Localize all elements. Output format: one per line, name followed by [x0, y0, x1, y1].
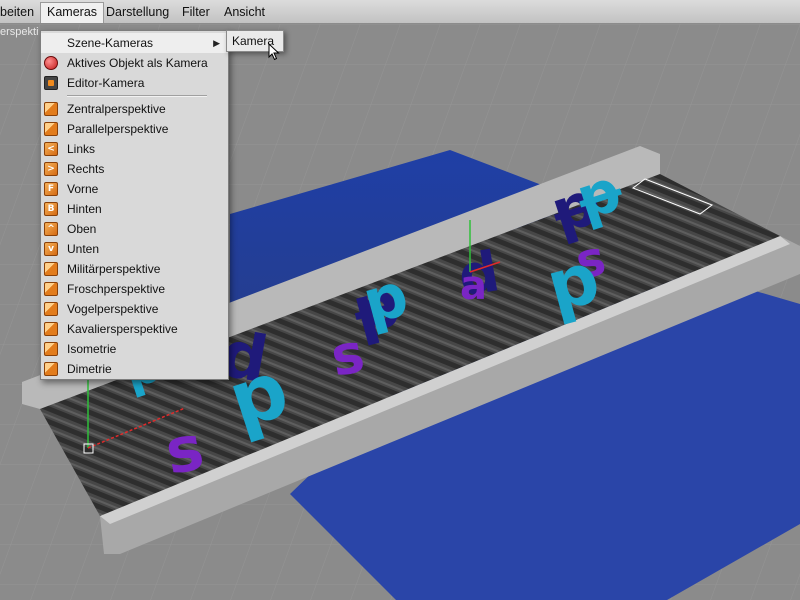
- menubar: beiten Kameras Darstellung Filter Ansich…: [0, 0, 800, 24]
- menu-item-label: Militärperspektive: [67, 262, 161, 276]
- object-camera-icon: [44, 56, 58, 70]
- menu-filter[interactable]: Filter: [176, 2, 216, 23]
- menu-item-militaerperspektive[interactable]: Militärperspektive: [41, 259, 228, 279]
- menu-bearbeiten[interactable]: beiten: [0, 2, 40, 23]
- menu-item-label: Links: [67, 142, 96, 156]
- bird-icon: [44, 302, 58, 316]
- menu-item-label: Hinten: [67, 202, 102, 216]
- menu-item-label: Parallelperspektive: [67, 122, 169, 136]
- military-icon: [44, 262, 58, 276]
- menu-item-kavaliersperspektive[interactable]: Kavaliersperspektive: [41, 319, 228, 339]
- menu-item-rechts[interactable]: > Rechts: [41, 159, 228, 179]
- menu-item-label: Froschperspektive: [67, 282, 166, 296]
- menu-item-links[interactable]: < Links: [41, 139, 228, 159]
- menu-item-label: Zentralperspektive: [67, 102, 166, 116]
- viewport-perspective-label: erspekti: [0, 26, 39, 38]
- menu-separator: [67, 95, 207, 97]
- menu-item-label: Szene-Kameras: [67, 36, 154, 50]
- back-icon: B: [44, 202, 58, 216]
- menu-item-szene-kameras[interactable]: Szene-Kameras ▶: [41, 33, 228, 53]
- perspective-cube-icon: [44, 102, 58, 116]
- menu-item-label: Vorne: [67, 182, 99, 196]
- parallel-cube-icon: [44, 122, 58, 136]
- menu-item-label: Oben: [67, 222, 97, 236]
- menu-item-label: Rechts: [67, 162, 105, 176]
- menu-item-parallelperspektive[interactable]: Parallelperspektive: [41, 119, 228, 139]
- menu-item-aktives-objekt-als-kamera[interactable]: Aktives Objekt als Kamera: [41, 53, 228, 73]
- menu-kameras[interactable]: Kameras: [40, 2, 105, 23]
- mouse-cursor-icon: [268, 43, 280, 61]
- menu-item-editor-kamera[interactable]: Editor-Kamera: [41, 73, 228, 93]
- menu-item-dimetrie[interactable]: Dimetrie: [41, 359, 228, 379]
- kameras-dropdown: Szene-Kameras ▶ Aktives Objekt als Kamer…: [40, 30, 229, 380]
- menu-item-label: Vogelperspektive: [67, 302, 159, 316]
- menu-item-label: Dimetrie: [67, 362, 112, 376]
- menu-item-label: Kavaliersperspektive: [67, 322, 178, 336]
- menu-item-label: Unten: [67, 242, 100, 256]
- submenu-arrow-icon: ▶: [213, 38, 220, 48]
- top-icon: ^: [44, 222, 58, 236]
- menu-darstellung[interactable]: Darstellung: [100, 2, 175, 23]
- right-icon: >: [44, 162, 58, 176]
- menu-item-vogelperspektive[interactable]: Vogelperspektive: [41, 299, 228, 319]
- front-icon: F: [44, 182, 58, 196]
- menu-item-froschperspektive[interactable]: Froschperspektive: [41, 279, 228, 299]
- editor-camera-icon: [44, 76, 58, 90]
- menu-item-zentralperspektive[interactable]: Zentralperspektive: [41, 99, 228, 119]
- frog-icon: [44, 282, 58, 296]
- left-icon: <: [44, 142, 58, 156]
- menu-ansicht[interactable]: Ansicht: [218, 2, 271, 23]
- menu-item-label: Aktives Objekt als Kamera: [67, 56, 208, 70]
- dimetric-icon: [44, 362, 58, 376]
- menu-item-vorne[interactable]: F Vorne: [41, 179, 228, 199]
- svg-text:a: a: [460, 263, 487, 309]
- cavalier-icon: [44, 322, 58, 336]
- menu-item-unten[interactable]: v Unten: [41, 239, 228, 259]
- menu-item-oben[interactable]: ^ Oben: [41, 219, 228, 239]
- isometric-icon: [44, 342, 58, 356]
- menu-item-label: Editor-Kamera: [67, 76, 145, 90]
- bottom-icon: v: [44, 242, 58, 256]
- menu-item-hinten[interactable]: B Hinten: [41, 199, 228, 219]
- menu-item-isometrie[interactable]: Isometrie: [41, 339, 228, 359]
- menu-item-label: Isometrie: [67, 342, 117, 356]
